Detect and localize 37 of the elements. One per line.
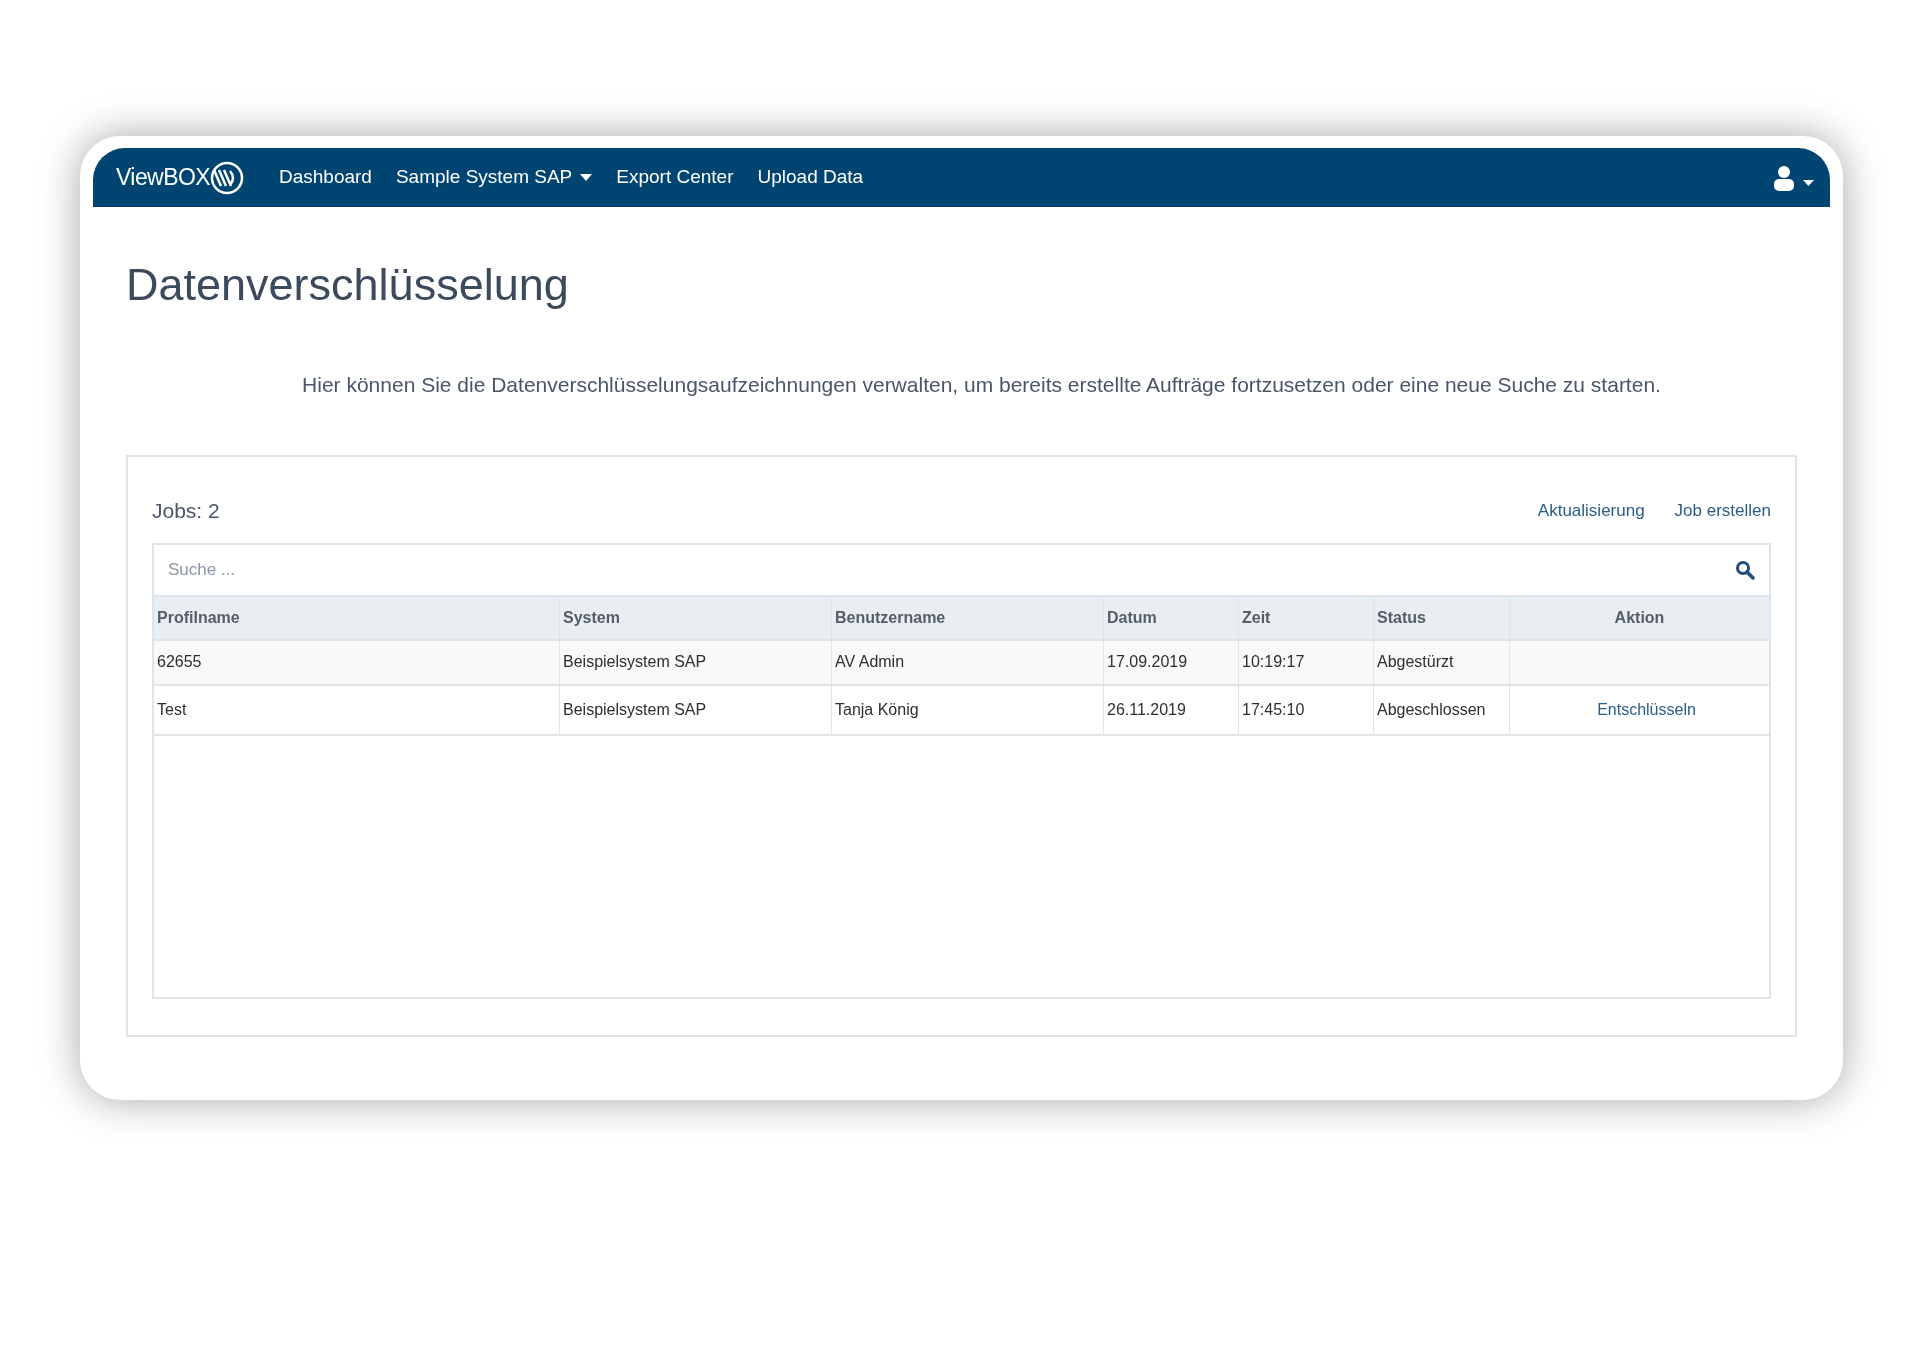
- user-menu-button[interactable]: [1773, 164, 1814, 191]
- page-description: Hier können Sie die Datenverschlüsselungsaufzeichnungen verwalten, um bereits erstellte Aufträge fortzusetzen oder eine neue Suche zu starten.: [301, 371, 1662, 398]
- caret-icon: [580, 173, 593, 182]
- search-field[interactable]: Suche ...: [154, 544, 1735, 595]
- decrypt-link[interactable]: Entschlüsseln: [1597, 697, 1696, 722]
- table-cell: 17.09.2019: [1104, 640, 1239, 684]
- nav-link[interactable]: Sample System SAP: [390, 163, 598, 192]
- column-header: Profilname: [154, 596, 560, 639]
- column-header: Benutzername: [832, 596, 1104, 639]
- nav-link[interactable]: Dashboard: [274, 163, 377, 192]
- table-cell: Abgeschlossen: [1374, 685, 1510, 734]
- table-cell: 17:45:10: [1239, 685, 1374, 734]
- nav-link[interactable]: Upload Data: [752, 163, 869, 192]
- panel-link[interactable]: Job erstellen: [1674, 498, 1771, 524]
- column-header: Datum: [1104, 596, 1239, 639]
- search-icon: [1735, 559, 1755, 580]
- logo-icon: [210, 160, 244, 195]
- column-header: Status: [1374, 596, 1510, 639]
- column-header: Aktion: [1613, 607, 1666, 628]
- table-cell: Abgestürzt: [1374, 640, 1510, 684]
- table-cell: 26.11.2019: [1104, 685, 1239, 734]
- page-title: Datenverschlüsselung: [126, 258, 570, 312]
- user-icon: [1773, 164, 1795, 191]
- jobs-count: Jobs: 2: [152, 498, 220, 524]
- table-cell: AV Admin: [832, 640, 1104, 684]
- table-cell: 10:19:17: [1239, 640, 1374, 684]
- caret-icon: [1803, 179, 1814, 187]
- table-cell: Beispielsystem SAP: [560, 685, 832, 734]
- table-cell: Beispielsystem SAP: [560, 640, 832, 684]
- table-cell: Test: [154, 685, 560, 734]
- logo-text: ViewBOX: [116, 163, 210, 193]
- column-header: Zeit: [1239, 596, 1374, 639]
- table-cell: 62655: [154, 640, 560, 684]
- panel-link[interactable]: Aktualisierung: [1537, 498, 1645, 524]
- nav-link[interactable]: Export Center: [611, 163, 739, 192]
- table-cell: Tanja König: [832, 685, 1104, 734]
- column-header: System: [560, 596, 832, 639]
